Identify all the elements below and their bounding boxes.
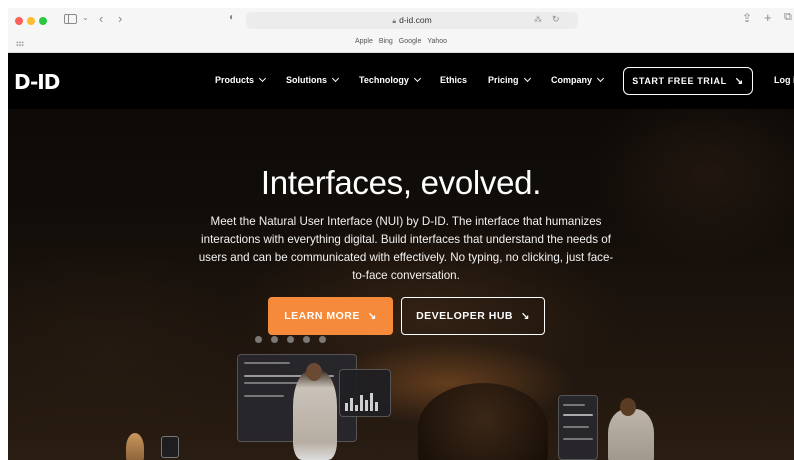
- page: D-ID Products Solutions Technology Ethic…: [8, 53, 794, 460]
- login-link[interactable]: Log i: [774, 75, 794, 85]
- user-head: [418, 383, 548, 460]
- favorite-google[interactable]: Google: [399, 38, 422, 45]
- translate-icon[interactable]: ⁂: [534, 16, 542, 24]
- nav-label: Technology: [359, 75, 409, 85]
- url-text: d-id.com: [399, 15, 432, 25]
- nav-company[interactable]: Company: [551, 74, 605, 85]
- app-icons-row: [255, 336, 326, 343]
- chevron-down-icon[interactable]: ⌄: [82, 14, 89, 22]
- device-icon: [161, 436, 179, 458]
- nav-ethics[interactable]: Ethics: [440, 75, 467, 85]
- start-free-trial-button[interactable]: START FREE TRIAL ↘: [623, 67, 753, 95]
- tabs-icon[interactable]: ⧉: [784, 12, 792, 23]
- nav-pricing[interactable]: Pricing: [488, 74, 531, 85]
- nav-label: Products: [215, 75, 255, 85]
- address-bar[interactable]: 🔒︎ d-id.com ⁂ ↻: [246, 12, 578, 29]
- hero-description: Meet the Natural User Interface (NUI) by…: [198, 215, 614, 282]
- minimize-window-button[interactable]: [27, 17, 35, 25]
- nav-label: Solutions: [286, 75, 327, 85]
- avatar-figure: [293, 370, 337, 460]
- chevron-down-icon: [258, 74, 267, 83]
- nav-label: Ethics: [440, 75, 468, 85]
- avatar-figure: [608, 409, 654, 460]
- chevron-down-icon: [596, 74, 605, 83]
- site-nav: D-ID Products Solutions Technology Ethic…: [8, 53, 794, 109]
- button-label: LEARN MORE: [284, 310, 360, 322]
- share-icon[interactable]: ⇪: [742, 12, 752, 24]
- nav-label: Pricing: [488, 75, 519, 85]
- reload-icon[interactable]: ↻: [552, 15, 560, 24]
- favorite-bing[interactable]: Bing: [379, 38, 393, 45]
- new-tab-icon[interactable]: +: [764, 11, 772, 24]
- nav-products[interactable]: Products: [215, 74, 267, 85]
- arrow-down-right-icon: ↘: [521, 310, 530, 322]
- chevron-down-icon: [331, 74, 340, 83]
- nav-label: Company: [551, 75, 593, 85]
- avatar-figure: [126, 433, 144, 460]
- chevron-down-icon: [523, 74, 531, 83]
- chevron-down-icon: [413, 74, 421, 83]
- favorites-bar: Apple Bing Google Yahoo: [8, 38, 794, 45]
- sidebar-icon[interactable]: [64, 14, 77, 24]
- button-label: DEVELOPER HUB: [416, 310, 514, 322]
- zoom-window-button[interactable]: [39, 17, 47, 25]
- favorite-apple[interactable]: Apple: [355, 38, 373, 45]
- learn-more-button[interactable]: LEARN MORE ↘: [268, 297, 393, 335]
- developer-hub-button[interactable]: DEVELOPER HUB ↘: [401, 297, 545, 335]
- shield-icon[interactable]: ◐: [229, 13, 235, 23]
- hero-title: Interfaces, evolved.: [260, 164, 542, 201]
- arrow-down-right-icon: ↘: [734, 75, 744, 87]
- nav-solutions[interactable]: Solutions: [286, 74, 340, 85]
- schedule-panel: [558, 395, 598, 460]
- arrow-down-right-icon: ↘: [367, 310, 377, 322]
- close-window-button[interactable]: [15, 17, 23, 25]
- bar-graphic: [345, 393, 378, 411]
- button-label: START FREE TRIAL: [632, 76, 727, 86]
- forward-icon[interactable]: ›: [118, 12, 122, 25]
- nav-technology[interactable]: Technology: [359, 74, 421, 85]
- browser-toolbar: ⌄ ‹ › ◐ 🔒︎ d-id.com ⁂ ↻ ⇪ + ⧉ Apple Bing …: [8, 8, 794, 53]
- favorite-yahoo[interactable]: Yahoo: [427, 38, 447, 45]
- back-icon[interactable]: ‹: [99, 12, 103, 25]
- avatar-head: [620, 398, 636, 416]
- logo[interactable]: D-ID: [14, 70, 60, 94]
- lock-icon: 🔒︎: [392, 18, 397, 25]
- avatar-head: [306, 363, 322, 381]
